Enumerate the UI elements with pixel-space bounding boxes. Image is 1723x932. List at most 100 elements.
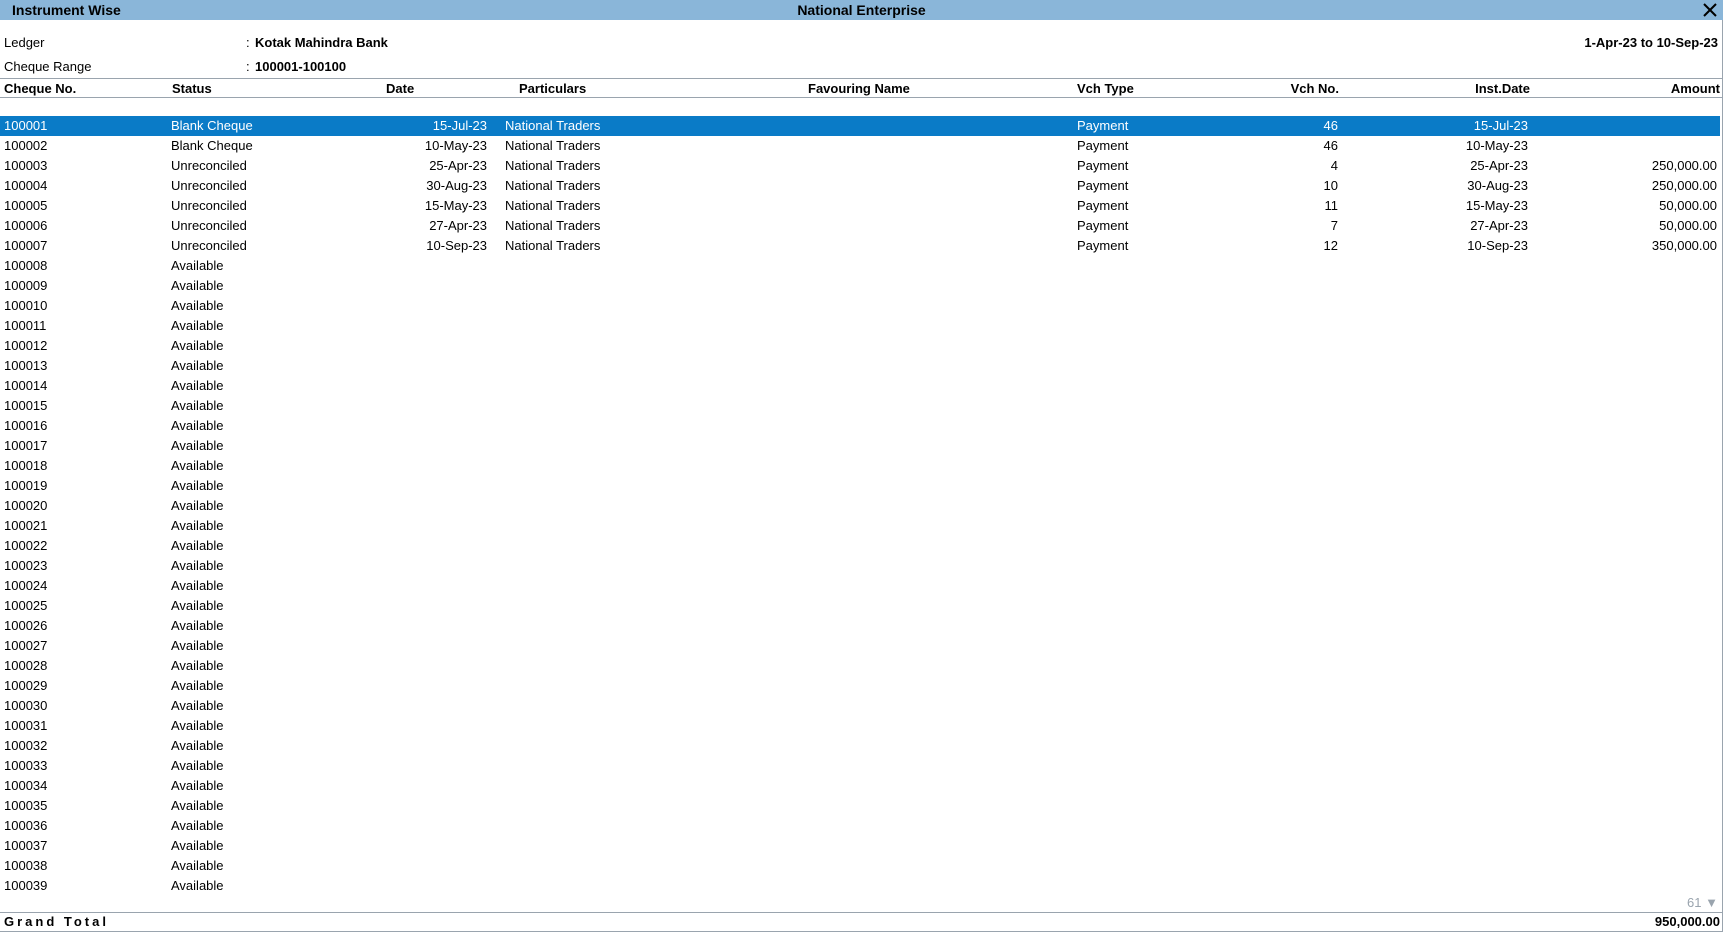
scroll-down-icon: ▼ (1705, 895, 1718, 910)
cell-vch-no: 10 (1323, 178, 1338, 193)
cell-status: Available (171, 278, 224, 293)
table-row[interactable]: 100022 Available (0, 536, 1720, 556)
cell-date: 30-Aug-23 (426, 178, 487, 193)
cell-cheque-no: 100006 (4, 218, 48, 233)
table-row[interactable]: 100009 Available (0, 276, 1720, 296)
table-row[interactable]: 100019 Available (0, 476, 1720, 496)
table-row[interactable]: 100012 Available (0, 336, 1720, 356)
cell-status: Available (171, 638, 224, 653)
cell-cheque-no: 100038 (4, 858, 48, 873)
cell-cheque-no: 100027 (4, 638, 48, 653)
cell-status: Unreconciled (171, 198, 247, 213)
table-row[interactable]: 100014 Available (0, 376, 1720, 396)
cell-status: Unreconciled (171, 158, 247, 173)
close-icon (1703, 3, 1717, 17)
cell-status: Available (171, 378, 224, 393)
cell-cheque-no: 100022 (4, 538, 48, 553)
cell-status: Available (171, 518, 224, 533)
table-row[interactable]: 100007 Unreconciled 10-Sep-23 National Trad… (0, 236, 1720, 256)
table-row[interactable]: 100034 Available (0, 776, 1720, 796)
grand-total-amount: 950,000.00 (1654, 914, 1720, 929)
cell-inst-date: 10-May-23 (1465, 138, 1528, 153)
ledger-label: Ledger (4, 35, 45, 50)
cell-status: Available (171, 358, 224, 373)
cheque-range-value[interactable]: 100001-100100 (255, 59, 346, 74)
cell-inst-date: 10-Sep-23 (1467, 238, 1528, 253)
cell-status: Available (171, 798, 224, 813)
table-row[interactable]: 100030 Available (0, 696, 1720, 716)
table-row[interactable]: 100020 Available (0, 496, 1720, 516)
ledger-value[interactable]: Kotak Mahindra Bank (255, 35, 388, 50)
cell-status: Available (171, 858, 224, 873)
cell-vch-no: 46 (1323, 118, 1338, 133)
cell-vch-type: Payment (1077, 238, 1129, 253)
table-row[interactable]: 100017 Available (0, 436, 1720, 456)
column-header-amount: Amount (1670, 81, 1720, 96)
table-row[interactable]: 100002 Blank Cheque 10-May-23 National Trad… (0, 136, 1720, 156)
cell-status: Unreconciled (171, 218, 247, 233)
table-row[interactable]: 100015 Available (0, 396, 1720, 416)
table-row[interactable]: 100001 Blank Cheque 15-Jul-23 National Trad… (0, 116, 1720, 136)
table-row[interactable]: 100035 Available (0, 796, 1720, 816)
cell-date: 15-May-23 (424, 198, 487, 213)
cheque-table-body: 100001 Blank Cheque 15-Jul-23 National Trad… (0, 116, 1720, 896)
table-row[interactable]: 100031 Available (0, 716, 1720, 736)
table-row[interactable]: 100013 Available (0, 356, 1720, 376)
cell-cheque-no: 100030 (4, 698, 48, 713)
cell-amount: 350,000.00 (1651, 238, 1717, 253)
table-row[interactable]: 100028 Available (0, 656, 1720, 676)
cell-cheque-no: 100016 (4, 418, 48, 433)
table-row[interactable]: 100011 Available (0, 316, 1720, 336)
table-row[interactable]: 100032 Available (0, 736, 1720, 756)
cell-status: Available (171, 578, 224, 593)
cell-cheque-no: 100031 (4, 718, 48, 733)
cell-cheque-no: 100011 (4, 318, 47, 333)
table-row[interactable]: 100010 Available (0, 296, 1720, 316)
cell-status: Unreconciled (171, 238, 247, 253)
table-row[interactable]: 100027 Available (0, 636, 1720, 656)
table-row[interactable]: 100021 Available (0, 516, 1720, 536)
cell-status: Available (171, 698, 224, 713)
table-row[interactable]: 100005 Unreconciled 15-May-23 National Trad… (0, 196, 1720, 216)
cell-status: Available (171, 558, 224, 573)
cell-particulars: National Traders (505, 218, 601, 233)
grand-total-label: Grand Total (4, 914, 109, 929)
cell-status: Available (171, 758, 224, 773)
close-button[interactable] (1701, 1, 1719, 19)
cell-status: Available (171, 318, 224, 333)
cell-cheque-no: 100025 (4, 598, 48, 613)
table-row[interactable]: 100037 Available (0, 836, 1720, 856)
table-row[interactable]: 100004 Unreconciled 30-Aug-23 National Trad… (0, 176, 1720, 196)
table-row[interactable]: 100023 Available (0, 556, 1720, 576)
cell-inst-date: 30-Aug-23 (1467, 178, 1528, 193)
cheque-range-label: Cheque Range (4, 59, 92, 74)
table-row[interactable]: 100026 Available (0, 616, 1720, 636)
column-header-inst-date: Inst.Date (1475, 81, 1530, 96)
table-row[interactable]: 100024 Available (0, 576, 1720, 596)
column-header-date: Date (386, 81, 415, 96)
table-row[interactable]: 100029 Available (0, 676, 1720, 696)
cell-cheque-no: 100001 (4, 118, 48, 133)
more-rows-indicator[interactable]: 61 ▼ (1687, 895, 1718, 910)
table-row[interactable]: 100008 Available (0, 256, 1720, 276)
table-row[interactable]: 100039 Available (0, 876, 1720, 896)
table-row[interactable]: 100006 Unreconciled 27-Apr-23 National Trad… (0, 216, 1720, 236)
table-row[interactable]: 100025 Available (0, 596, 1720, 616)
cell-status: Available (171, 478, 224, 493)
table-row[interactable]: 100016 Available (0, 416, 1720, 436)
cell-cheque-no: 100009 (4, 278, 48, 293)
cell-vch-type: Payment (1077, 158, 1129, 173)
cell-cheque-no: 100032 (4, 738, 48, 753)
table-row[interactable]: 100033 Available (0, 756, 1720, 776)
table-row[interactable]: 100036 Available (0, 816, 1720, 836)
cell-status: Available (171, 538, 224, 553)
report-period[interactable]: 1-Apr-23 to 10-Sep-23 (1584, 35, 1718, 50)
table-row[interactable]: 100038 Available (0, 856, 1720, 876)
cell-status: Available (171, 498, 224, 513)
title-bar: Instrument Wise National Enterprise (0, 0, 1723, 20)
cell-vch-no: 11 (1324, 198, 1339, 213)
table-row[interactable]: 100003 Unreconciled 25-Apr-23 National Trad… (0, 156, 1720, 176)
grand-total-row: Grand Total 950,000.00 (0, 912, 1723, 931)
table-row[interactable]: 100018 Available (0, 456, 1720, 476)
cell-status: Available (171, 778, 224, 793)
